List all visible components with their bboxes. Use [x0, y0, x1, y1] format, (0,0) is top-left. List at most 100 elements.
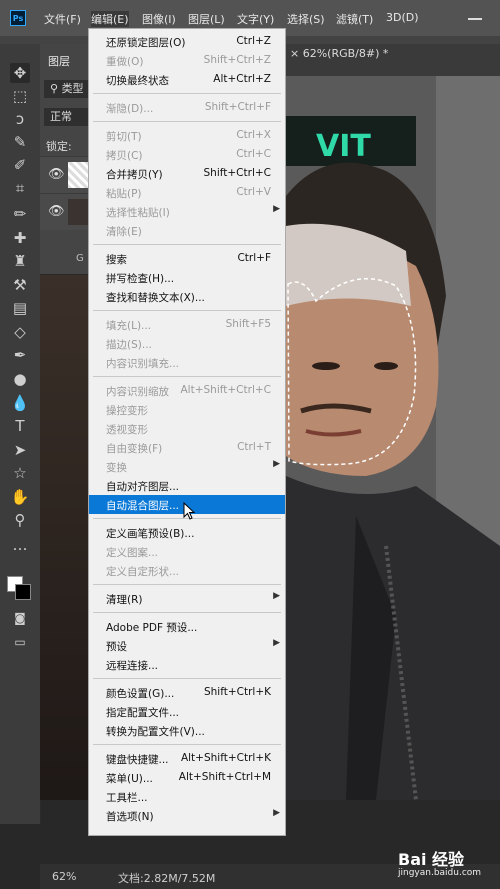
document-tab-label: 62%(RGB/8#) * — [302, 47, 389, 60]
quick-select-tool-icon[interactable]: ✎ — [10, 132, 30, 152]
crop-tool-icon[interactable]: ⌗ — [10, 178, 30, 198]
background-color-swatch[interactable] — [15, 584, 31, 600]
edit-menu-item[interactable]: 自由变换(F) Ctrl+T — [89, 438, 285, 457]
edit-menu-item[interactable]: 远程连接... — [89, 655, 285, 674]
menu-item-label: 还原锁定图层(O) — [106, 37, 186, 49]
edit-menu-item[interactable]: 键盘快捷键... Alt+Shift+Ctrl+K — [89, 749, 285, 768]
marquee-tool-icon[interactable]: ⬚ — [10, 86, 30, 106]
edit-menu-item[interactable]: 转换为配置文件(V)... — [89, 721, 285, 740]
menu-item-label: 首选项(N) — [106, 811, 154, 823]
menu-item-label: 定义自定形状... — [106, 566, 180, 578]
blend-mode-select[interactable]: 正常 — [44, 108, 88, 126]
edit-menu-item[interactable]: 剪切(T) Ctrl+X — [89, 126, 285, 145]
edit-menu-item[interactable]: 查找和替换文本(X)... — [89, 287, 285, 306]
menu-3d[interactable]: 3D(D) — [386, 11, 419, 24]
path-select-tool-icon[interactable]: ➤ — [10, 440, 30, 460]
edit-menu-item[interactable]: 操控变形 — [89, 400, 285, 419]
panel-bottom-label: G — [76, 253, 84, 264]
lasso-tool-icon[interactable]: ↄ — [10, 109, 30, 129]
menu-item-shortcut: Alt+Shift+Ctrl+M — [178, 771, 271, 783]
edit-menu-item[interactable]: 变换 ▶ — [89, 457, 285, 476]
canvas[interactable]: VIT — [286, 76, 500, 800]
eraser-tool-icon[interactable]: ◇ — [10, 322, 30, 342]
edit-menu-item[interactable]: 清理(R) ▶ — [89, 589, 285, 608]
menu-item-label: 定义画笔预设(B)... — [106, 528, 195, 540]
edit-menu-item[interactable]: 合并拷贝(Y) Shift+Ctrl+C — [89, 164, 285, 183]
healing-tool-icon[interactable]: ✚ — [10, 228, 30, 248]
menu-filter[interactable]: 滤镜(T) — [336, 11, 373, 27]
gradient-tool-icon[interactable]: ▤ — [10, 298, 30, 318]
brush-tool-icon[interactable]: ✏ — [10, 204, 30, 224]
edit-menu-item[interactable]: Adobe PDF 预设... — [89, 617, 285, 636]
edit-menu-item[interactable]: 选择性粘贴(I) ▶ — [89, 202, 285, 221]
edit-menu-item[interactable]: 描边(S)... — [89, 334, 285, 353]
edit-menu-item[interactable]: 预设 ▶ — [89, 636, 285, 655]
menu-edit[interactable]: 编辑(E) — [91, 11, 129, 27]
eye-icon[interactable]: 👁 — [48, 204, 65, 219]
menu-type[interactable]: 文字(Y) — [237, 11, 274, 27]
layers-tab[interactable]: 图层 — [48, 53, 70, 69]
edit-menu-item[interactable]: 清除(E) — [89, 221, 285, 240]
document-tab[interactable]: × 62%(RGB/8#) * — [290, 44, 470, 64]
edit-menu-item[interactable]: 指定配置文件... — [89, 702, 285, 721]
menu-item-label: 清除(E) — [106, 226, 142, 238]
edit-menu-item[interactable]: 透视变形 — [89, 419, 285, 438]
layer-row[interactable]: 👁 — [40, 156, 88, 193]
edit-menu-item[interactable]: 渐隐(D)... Shift+Ctrl+F — [89, 98, 285, 117]
edit-menu-item[interactable]: 定义自定形状... — [89, 561, 285, 580]
edit-menu-item[interactable]: 首选项(N) ▶ — [89, 806, 285, 825]
edit-menu-item[interactable]: 还原锁定图层(O) Ctrl+Z — [89, 32, 285, 51]
edit-menu-item[interactable]: 拼写检查(H)... — [89, 268, 285, 287]
edit-menu-item[interactable]: 定义画笔预设(B)... — [89, 523, 285, 542]
edit-menu-item[interactable]: 搜索 Ctrl+F — [89, 249, 285, 268]
menu-item-label: 渐隐(D)... — [106, 103, 154, 115]
edit-menu-item[interactable]: 填充(L)... Shift+F5 — [89, 315, 285, 334]
submenu-arrow-icon: ▶ — [273, 808, 280, 818]
eye-icon[interactable]: 👁 — [48, 167, 65, 182]
quick-mask-icon[interactable]: ◙ — [10, 608, 30, 628]
minimize-icon[interactable] — [468, 18, 482, 20]
stamp-tool-icon[interactable]: ♜ — [10, 251, 30, 271]
eyedropper-tool-icon[interactable]: ✐ — [10, 155, 30, 175]
edit-menu-item[interactable]: 内容识别缩放 Alt+Shift+Ctrl+C — [89, 381, 285, 400]
screen-mode-icon[interactable]: ▭ — [10, 632, 30, 652]
edit-menu-item[interactable]: 定义图案... — [89, 542, 285, 561]
blur-tool-icon[interactable]: 💧 — [10, 393, 30, 413]
more-tools-icon[interactable]: … — [10, 535, 30, 555]
hand-tool-icon[interactable]: ✋ — [10, 487, 30, 507]
submenu-arrow-icon: ▶ — [273, 638, 280, 648]
menu-item-label: 菜单(U)... — [106, 773, 153, 785]
edit-menu-item[interactable]: 工具栏... — [89, 787, 285, 806]
type-tool-icon[interactable]: T — [10, 416, 30, 436]
edit-menu-item[interactable]: 切换最终状态 Alt+Ctrl+Z — [89, 70, 285, 89]
menu-separator — [93, 310, 281, 311]
menu-file[interactable]: 文件(F) — [44, 11, 81, 27]
pen-tool-icon[interactable]: ✒ — [10, 345, 30, 365]
menu-select[interactable]: 选择(S) — [287, 11, 325, 27]
menu-item-shortcut: Shift+Ctrl+C — [203, 167, 271, 179]
layer-filter-label: 类型 — [61, 82, 84, 95]
svg-text:VIT: VIT — [316, 129, 371, 164]
layer-row[interactable]: 👁 — [40, 193, 88, 230]
menu-item-label: 查找和替换文本(X)... — [106, 292, 205, 304]
menu-layer[interactable]: 图层(L) — [188, 11, 225, 27]
zoom-tool-icon[interactable]: ⚲ — [10, 510, 30, 530]
zoom-level[interactable]: 62% — [52, 870, 76, 883]
menu-image[interactable]: 图像(I) — [142, 11, 176, 27]
edit-menu-item[interactable]: 内容识别填充... — [89, 353, 285, 372]
move-tool-icon[interactable]: ✥ — [10, 63, 30, 83]
menu-item-label: 内容识别填充... — [106, 358, 180, 370]
edit-menu-item[interactable]: 粘贴(P) Ctrl+V — [89, 183, 285, 202]
dodge-tool-icon[interactable]: ● — [10, 369, 30, 389]
edit-menu-item[interactable]: 重做(O) Shift+Ctrl+Z — [89, 51, 285, 70]
edit-menu-item[interactable]: 拷贝(C) Ctrl+C — [89, 145, 285, 164]
edit-menu-item[interactable]: 颜色设置(G)... Shift+Ctrl+K — [89, 683, 285, 702]
edit-menu-item[interactable]: 菜单(U)... Alt+Shift+Ctrl+M — [89, 768, 285, 787]
menu-item-label: 粘贴(P) — [106, 188, 142, 200]
history-brush-icon[interactable]: ⚒ — [10, 275, 30, 295]
layer-filter-input[interactable]: ⚲ 类型 — [44, 80, 88, 98]
edit-menu-item[interactable]: 自动对齐图层... — [89, 476, 285, 495]
close-icon[interactable]: × — [290, 47, 303, 60]
shape-tool-icon[interactable]: ☆ — [10, 463, 30, 483]
edit-menu-dropdown: 还原锁定图层(O) Ctrl+Z 重做(O) Shift+Ctrl+Z 切换最终状态 Al… — [88, 28, 286, 836]
